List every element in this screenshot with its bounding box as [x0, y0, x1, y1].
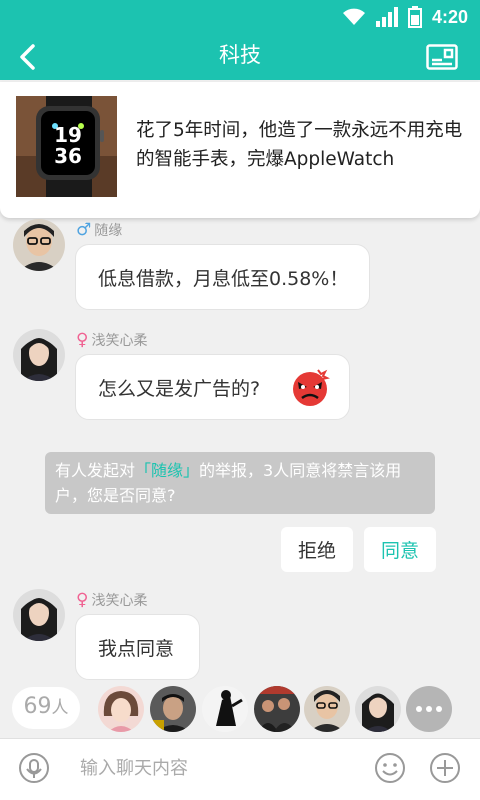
chat-input[interactable] — [68, 749, 358, 787]
chat-input-bar — [0, 738, 480, 800]
news-button[interactable] — [424, 42, 460, 72]
more-icon — [416, 706, 422, 712]
member-avatar[interactable] — [254, 686, 300, 732]
status-bar: 4:20 — [0, 0, 480, 34]
member-avatar[interactable] — [202, 686, 248, 732]
signal-icon — [375, 7, 398, 27]
member-count-button[interactable]: 69 人 — [12, 687, 80, 729]
emoji-icon — [375, 753, 405, 783]
members-bar: 69 人 — [0, 684, 480, 734]
message-bubble[interactable]: 低息借款，月息低至0.58%！ — [75, 244, 370, 310]
news-card-icon — [426, 44, 458, 70]
username-text: 浅笑心柔 — [91, 333, 148, 349]
status-time: 4:20 — [431, 6, 468, 27]
avatar[interactable] — [13, 219, 65, 271]
member-count-unit: 人 — [51, 698, 69, 718]
member-avatar[interactable] — [150, 686, 196, 732]
message-bubble[interactable]: 怎么又是发广告的? — [75, 354, 350, 420]
member-avatar[interactable] — [98, 686, 144, 732]
news-title: 花了5年时间，他造了一款永远不用充电的智能手表，完爆AppleWatch — [136, 120, 463, 170]
agree-button[interactable]: 同意 — [364, 527, 436, 572]
female-icon: ♀ — [76, 330, 89, 350]
notice-highlight-user[interactable]: 「随缘」 — [135, 461, 199, 480]
page-title: 科技 — [219, 43, 261, 67]
username-text: 浅笑心柔 — [91, 593, 148, 609]
message-bubble[interactable]: 我点同意 — [75, 614, 200, 680]
message-username: ♀ 浅笑心柔 — [76, 590, 147, 610]
message-text: 我点同意 — [98, 637, 175, 660]
message-username: ♀ 浅笑心柔 — [76, 330, 147, 350]
more-members-button[interactable] — [406, 686, 452, 732]
notice-prefix: 有人发起对 — [55, 461, 136, 480]
battery-icon — [407, 6, 422, 28]
news-thumbnail: 19 36 — [16, 96, 117, 197]
avatar[interactable] — [13, 589, 65, 641]
angry-emoji-icon — [293, 369, 330, 406]
wifi-icon — [342, 8, 365, 25]
message-text: 怎么又是发广告的? — [98, 377, 261, 400]
news-card[interactable]: 19 36 花了5年时间，他造了一款永远不用充电的智能手表，完爆AppleWat… — [0, 82, 480, 218]
member-count: 69 — [23, 694, 52, 719]
title-bar: 科技 — [0, 34, 480, 80]
emoji-button[interactable] — [374, 752, 406, 784]
voice-icon — [19, 753, 49, 783]
member-avatar[interactable] — [304, 686, 350, 732]
message-username: ♂ 随缘 — [76, 220, 122, 240]
reject-button[interactable]: 拒绝 — [281, 527, 353, 572]
avatar[interactable] — [13, 329, 65, 381]
plus-icon — [430, 753, 460, 783]
female-icon: ♀ — [76, 590, 89, 610]
message-text: 低息借款，月息低至0.58%！ — [98, 267, 349, 290]
thumb-minute: 36 — [54, 144, 82, 168]
username-text: 随缘 — [94, 223, 123, 239]
member-avatar[interactable] — [355, 686, 401, 732]
plus-button[interactable] — [429, 752, 461, 784]
system-notice: 有人发起对「随缘」的举报，3人同意将禁言该用户，您是否同意? — [45, 452, 435, 514]
voice-button[interactable] — [18, 752, 50, 784]
male-icon: ♂ — [76, 220, 92, 240]
status-icons: 4:20 — [342, 6, 468, 28]
